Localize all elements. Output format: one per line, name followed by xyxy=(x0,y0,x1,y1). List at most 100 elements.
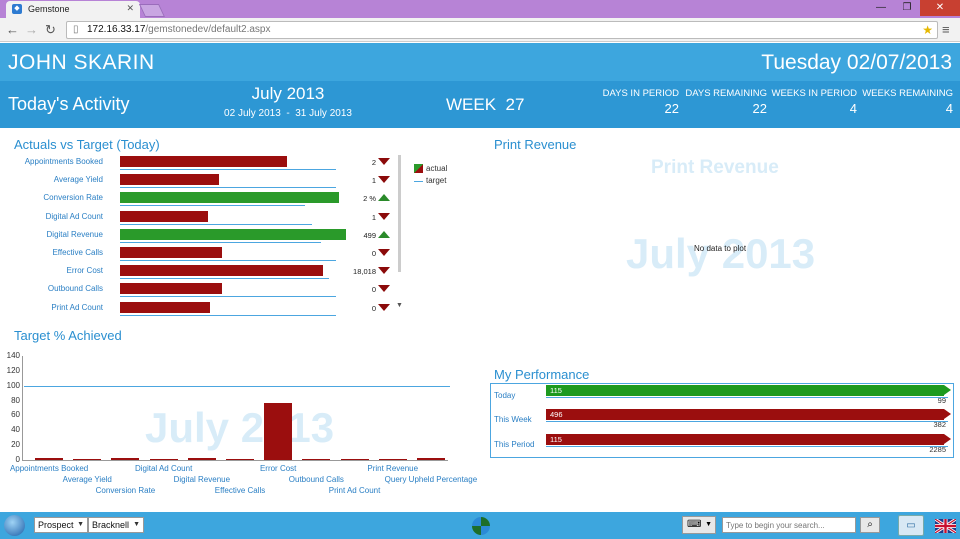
legend-target: target xyxy=(414,176,447,185)
performance-row-label: This Period xyxy=(494,440,535,449)
actuals-row-value: 0 xyxy=(371,303,376,313)
stat-value: 22 xyxy=(664,101,679,116)
trend-up-icon xyxy=(378,194,390,202)
minimize-icon[interactable]: — xyxy=(868,0,894,16)
target-achieved-title: Target % Achieved xyxy=(14,328,122,343)
restore-icon[interactable]: ❐ xyxy=(894,0,920,16)
performance-target: 2285 xyxy=(929,445,946,454)
target-bar xyxy=(73,458,102,460)
bar-tip xyxy=(944,434,951,444)
stat-days-remaining: DAYS REMAINING 22 xyxy=(685,88,767,116)
y-tick-label: 0 xyxy=(15,455,20,464)
search-input[interactable] xyxy=(722,517,856,533)
stat-days-in-period: DAYS IN PERIOD 22 xyxy=(603,88,679,116)
todays-activity-title: Today's Activity xyxy=(8,94,130,114)
browser-titlebar: ◆ Gemstone ✕ — ❐ ✕ xyxy=(0,0,960,18)
target-line xyxy=(120,187,336,189)
x-tick-label: Conversion Rate xyxy=(95,486,156,495)
current-date: Tuesday 02/07/2013 xyxy=(761,51,952,74)
browser-menu-icon[interactable]: ≡ xyxy=(942,22,950,37)
my-performance-title: My Performance xyxy=(494,367,590,382)
y-tick-label: 140 xyxy=(6,351,20,360)
target-achieved-watermark: July 2013 xyxy=(145,404,335,451)
close-window-icon[interactable]: ✕ xyxy=(920,0,960,16)
performance-target: 99 xyxy=(937,396,946,405)
address-bar[interactable]: ▯ 172.16.33.17/gemstonedev/default2.aspx… xyxy=(66,21,938,39)
performance-row-label: This Week xyxy=(494,415,532,424)
actuals-legend: actual target xyxy=(414,164,447,185)
x-tick-label: Outbound Calls xyxy=(288,475,344,484)
network-icon[interactable]: ▭ xyxy=(898,515,924,536)
target-bar xyxy=(111,457,140,460)
target-bar xyxy=(35,457,64,460)
x-tick-label: Effective Calls xyxy=(214,486,266,495)
actuals-row-label: Average Yield xyxy=(53,175,103,185)
chevron-down-icon: ▼ xyxy=(133,521,140,528)
branch-select-value: Bracknell xyxy=(92,520,130,530)
actuals-row-value: 2 % xyxy=(363,194,376,204)
reload-icon[interactable]: ↻ xyxy=(45,22,56,38)
period-header: Today's Activity July 2013 02 July 2013 … xyxy=(0,81,960,128)
stat-value: 4 xyxy=(849,101,857,116)
user-header: JOHN SKARIN Tuesday 02/07/2013 xyxy=(0,43,960,81)
actuals-row-value: 1 xyxy=(371,212,376,222)
reference-line xyxy=(24,385,450,387)
actuals-scrollbar[interactable] xyxy=(398,155,401,272)
performance-bar: 496 xyxy=(546,409,951,420)
actual-bar xyxy=(120,283,222,295)
x-axis xyxy=(22,460,448,461)
bar-tip xyxy=(944,385,951,395)
new-tab-button[interactable] xyxy=(138,4,166,17)
target-bar xyxy=(187,457,216,460)
actuals-row-value: 499 xyxy=(363,230,376,240)
period-end: 31 July 2013 xyxy=(295,108,352,119)
actual-bar xyxy=(120,301,211,313)
trend-down-icon xyxy=(378,285,390,293)
target-swatch xyxy=(414,180,423,182)
x-tick-label: Appointments Booked xyxy=(9,464,89,473)
search-icon[interactable]: ⌕ xyxy=(860,517,880,533)
forward-icon[interactable]: → xyxy=(25,22,38,38)
legend-target-label: target xyxy=(426,176,447,186)
home-orb-icon[interactable] xyxy=(4,515,25,536)
period-range-sep: - xyxy=(286,108,290,119)
target-line xyxy=(120,205,306,207)
trend-down-icon xyxy=(378,176,390,184)
target-bar xyxy=(264,402,293,460)
tab-close-icon[interactable]: ✕ xyxy=(126,3,134,14)
gemstone-logo-icon[interactable] xyxy=(472,517,490,535)
prospect-select[interactable]: Prospect ▼ xyxy=(34,517,88,533)
actual-swatch xyxy=(414,164,423,174)
back-icon[interactable]: ← xyxy=(6,22,19,38)
stat-value: 4 xyxy=(945,101,953,116)
actuals-row-label: Appointments Booked xyxy=(24,157,103,166)
actuals-row-value: 2 xyxy=(371,158,376,167)
scroll-down-icon[interactable]: ▼ xyxy=(396,302,403,309)
actual-bar xyxy=(120,210,209,222)
target-bar xyxy=(340,458,369,460)
target-line xyxy=(120,241,321,243)
branch-select[interactable]: Bracknell ▼ xyxy=(88,517,144,533)
keyboard-button[interactable]: ⌨ ▼ xyxy=(682,516,716,534)
uk-flag-icon[interactable] xyxy=(935,519,956,533)
chevron-down-icon: ▼ xyxy=(77,521,84,528)
bookmark-star-icon[interactable]: ★ xyxy=(922,22,933,38)
period-start: 02 July 2013 xyxy=(224,108,281,119)
print-revenue-watermark: July 2013 xyxy=(626,230,816,277)
performance-target: 382 xyxy=(933,420,946,429)
target-line xyxy=(120,169,336,170)
x-tick-label: Digital Ad Count xyxy=(134,464,193,473)
url-host: 172.16.33.17 xyxy=(87,24,146,35)
actuals-vs-target-title: Actuals vs Target (Today) xyxy=(14,137,160,152)
stat-label: WEEKS REMAINING xyxy=(862,88,953,99)
prospect-select-value: Prospect xyxy=(38,520,74,530)
bar-tip xyxy=(944,409,951,419)
performance-bar: 115 xyxy=(546,434,951,445)
browser-tab[interactable]: ◆ Gemstone ✕ xyxy=(6,1,140,18)
stat-value: 22 xyxy=(752,101,767,116)
target-bar xyxy=(302,458,331,460)
target-line xyxy=(120,223,312,225)
keyboard-icon: ⌨ xyxy=(687,519,702,530)
trend-up-icon xyxy=(378,230,390,238)
actual-bar xyxy=(120,228,346,240)
